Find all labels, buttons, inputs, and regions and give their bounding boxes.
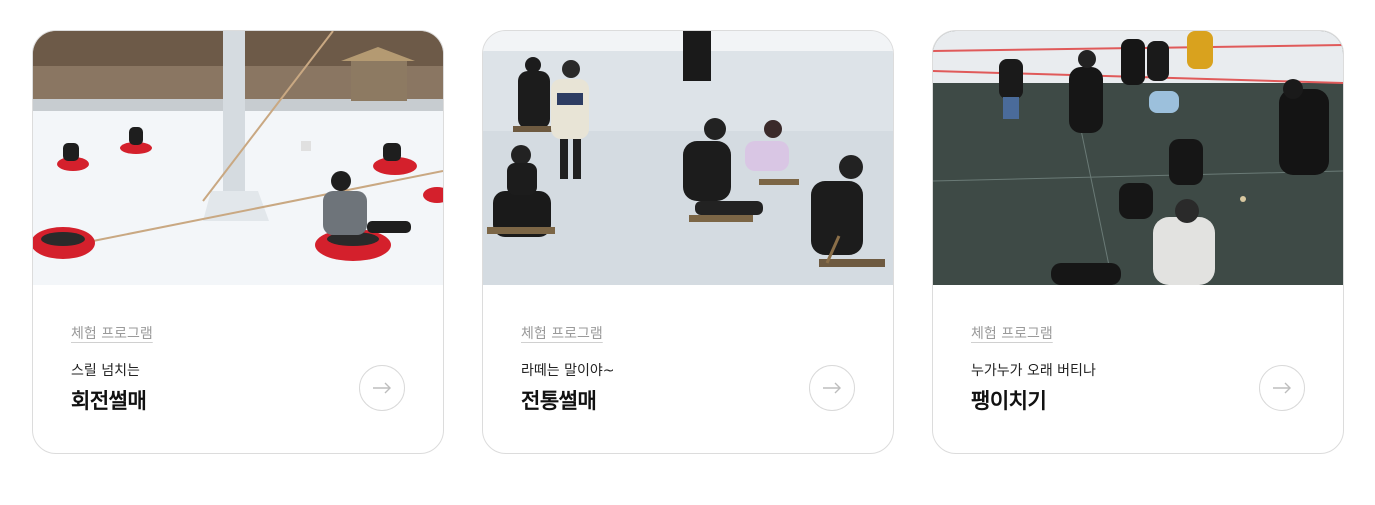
program-card-top-spinning[interactable]: 체험 프로그램 누가누가 오래 버티나 팽이치기 bbox=[932, 30, 1344, 454]
program-card-traditional-sled[interactable]: 체험 프로그램 라떼는 말이야~ 전통썰매 bbox=[482, 30, 894, 454]
card-image-top-spinning bbox=[933, 31, 1343, 285]
program-card-rotating-sled[interactable]: 체험 프로그램 스릴 넘치는 회전썰매 bbox=[32, 30, 444, 454]
card-subtitle: 스릴 넘치는 bbox=[71, 363, 140, 379]
card-more-button[interactable] bbox=[359, 365, 405, 411]
card-more-button[interactable] bbox=[1259, 365, 1305, 411]
card-title: 회전썰매 bbox=[71, 389, 147, 413]
arrow-right-icon bbox=[373, 382, 391, 394]
arrow-right-icon bbox=[823, 382, 841, 394]
card-title: 팽이치기 bbox=[971, 389, 1047, 413]
program-card-list: 체험 프로그램 스릴 넘치는 회전썰매 체험 프로그램 라떼는 말이야~ 전통썰… bbox=[0, 0, 1375, 505]
card-more-button[interactable] bbox=[809, 365, 855, 411]
card-category: 체험 프로그램 bbox=[521, 326, 603, 342]
card-image-traditional-sled bbox=[483, 31, 893, 285]
card-subtitle: 라떼는 말이야~ bbox=[521, 363, 615, 379]
arrow-right-icon bbox=[1273, 382, 1291, 394]
card-category: 체험 프로그램 bbox=[971, 326, 1053, 342]
card-category: 체험 프로그램 bbox=[71, 326, 153, 342]
card-image-rotating-sled bbox=[33, 31, 443, 285]
card-subtitle: 누가누가 오래 버티나 bbox=[971, 363, 1096, 379]
card-title: 전통썰매 bbox=[521, 389, 597, 413]
